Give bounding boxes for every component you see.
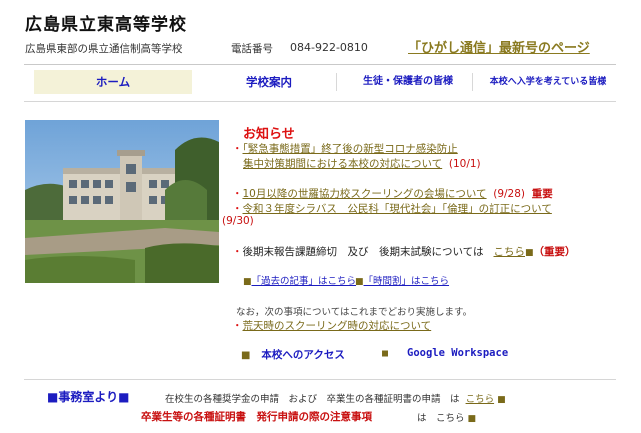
nav-prospective[interactable]: 本校へ入学を考えている皆様 — [476, 70, 620, 94]
phone-label: 電話番号 — [231, 43, 273, 55]
square-icon: ■ — [467, 414, 477, 424]
news-item-covid: ・「緊急事態措置」終了後の新型コロナ感染防止 — [232, 141, 458, 156]
exam-here-link[interactable]: こちら — [494, 246, 526, 258]
certificate-here-link[interactable]: は こちら — [417, 413, 465, 424]
office-heading: ■事務室より■ — [47, 390, 130, 404]
news-date: (9/30) — [222, 215, 254, 227]
header-divider — [24, 64, 616, 65]
nav-separator — [472, 73, 473, 91]
news-item-sera: ・10月以降の世羅協力校スクーリングの会場について (9/28) 重要 — [232, 186, 553, 201]
school-name: 広島県立東高等学校 — [25, 15, 187, 35]
nav-separator — [336, 73, 337, 91]
certificate-notice-tail: は こちら ■ — [417, 410, 476, 424]
news-item-covid-cont: 集中対策期間における本校の対応について (10/1) — [243, 156, 481, 171]
google-workspace-link[interactable]: Google Workspace — [407, 347, 508, 359]
square-icon: ■ — [497, 395, 506, 405]
news-item-syllabus-date: (9/30) — [222, 215, 254, 227]
news-link-covid-line1[interactable]: 「緊急事態措置」終了後の新型コロナ感染防止 — [243, 143, 458, 155]
news-date: (10/1) — [448, 158, 481, 170]
certificate-notice: 卒業生等の各種証明書 発行申請の際の注意事項 — [141, 411, 372, 423]
school-building-photo — [25, 120, 219, 283]
storm-schooling-link[interactable]: 荒天時のスクーリング時の対応について — [243, 320, 432, 332]
bullet-icon: ・ — [232, 246, 243, 258]
square-icon: ■ — [355, 277, 364, 287]
news-item-exam: ・後期末報告課題締切 及び 後期末試験については こちら■（重要） — [232, 244, 576, 259]
square-icon: ■ — [241, 350, 251, 361]
nav-students-parents[interactable]: 生徒・保護者の皆様 — [338, 70, 478, 94]
past-articles-row: ■「過去の記事」はこちら — [243, 273, 356, 287]
phone-number: 084-922-0810 — [290, 41, 368, 54]
newsletter-link[interactable]: 「ひがし通信」最新号のページ — [408, 37, 590, 56]
storm-row: ・荒天時のスクーリング時の対応について — [232, 318, 431, 333]
google-row: ■ Google Workspace — [382, 347, 508, 359]
office-notice: 在校生の各種奨学金の申請 および 卒業生の各種証明書の申請 は こちら ■ — [165, 391, 506, 405]
note-text: なお，次の事項についてはこれまでどおり実施します。 — [236, 307, 473, 318]
news-date: (9/28) — [493, 188, 526, 200]
school-subtitle: 広島県東部の県立通信制高等学校 — [25, 43, 183, 55]
past-articles-link[interactable]: 「過去の記事」はこちら — [252, 276, 357, 287]
access-row: ■ 本校へのアクセス — [241, 347, 345, 362]
timetable-row: ■「時間割」はこちら — [355, 273, 449, 287]
bullet-icon: ・ — [232, 320, 243, 332]
office-notice-text: 在校生の各種奨学金の申請 および 卒業生の各種証明書の申請 は — [165, 394, 460, 405]
main-nav: ホーム 学校案内 生徒・保護者の皆様 本校へ入学を考えている皆様 — [24, 70, 616, 94]
square-icon: ■ — [243, 277, 252, 287]
important-badge: （重要） — [533, 246, 576, 258]
news-link-covid-line2[interactable]: 集中対策期間における本校の対応について — [243, 158, 442, 170]
news-title: お知らせ — [243, 127, 295, 142]
nav-school-info[interactable]: 学校案内 — [204, 70, 334, 94]
bullet-icon: ・ — [232, 203, 243, 215]
nav-home[interactable]: ホーム — [34, 70, 192, 94]
important-badge: 重要 — [531, 188, 553, 200]
square-icon: ■ — [525, 248, 534, 258]
nav-divider — [24, 101, 616, 102]
timetable-link[interactable]: 「時間割」はこちら — [364, 276, 450, 287]
news-item-syllabus: ・令和３年度シラバス 公民科「現代社会」「倫理」の訂正について — [232, 201, 552, 216]
footer-divider — [24, 379, 616, 380]
office-here-link[interactable]: こちら — [466, 394, 495, 405]
bullet-icon: ・ — [232, 188, 243, 200]
news-link-syllabus[interactable]: 令和３年度シラバス 公民科「現代社会」「倫理」の訂正について — [243, 203, 552, 215]
news-exam-text: 後期末報告課題締切 及び 後期末試験については — [242, 246, 484, 258]
access-link[interactable]: 本校へのアクセス — [261, 349, 344, 361]
news-link-sera[interactable]: 10月以降の世羅協力校スクーリングの会場について — [243, 188, 487, 200]
square-icon: ■ — [382, 348, 389, 359]
bullet-icon: ・ — [232, 143, 243, 155]
